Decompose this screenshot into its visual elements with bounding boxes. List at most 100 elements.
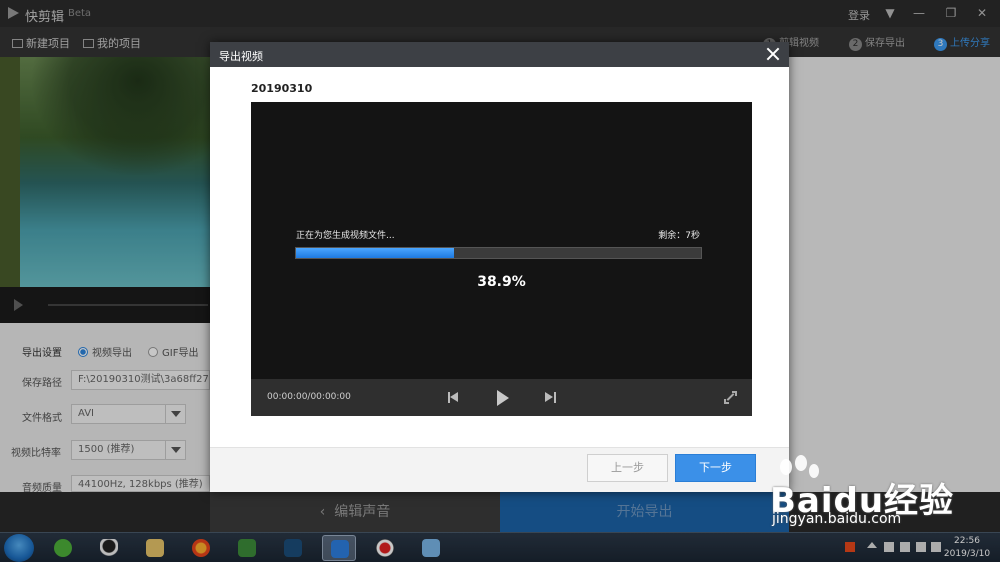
app-logo-icon: [8, 7, 19, 19]
dialog-title: 导出视频: [219, 50, 263, 63]
player-controls: 00:00:00/00:00:00: [251, 379, 752, 416]
export-video-dialog: 导出视频 20190310 正在为您生成视频文件... 剩余：7秒 38.9% …: [210, 42, 789, 492]
taskbar-app-browser[interactable]: [46, 535, 80, 561]
video-editor-icon: [284, 539, 302, 557]
workflow-steps: 1剪辑视频 2保存导出 3上传分享: [763, 34, 993, 51]
menu-dropdown-icon[interactable]: ▼: [878, 4, 902, 22]
folder-icon: [83, 39, 94, 48]
sogou-ime-icon[interactable]: [845, 542, 855, 552]
start-export-button[interactable]: 开始导出: [500, 492, 789, 532]
preview-tree-shade: [30, 57, 210, 177]
remaining-time: 剩余：7秒: [658, 231, 700, 241]
file-format-select[interactable]: AVI: [71, 404, 186, 424]
right-panel-background: [789, 57, 1000, 492]
skip-next-icon[interactable]: [545, 392, 556, 403]
taskbar-app-kuaijianji[interactable]: [322, 535, 356, 561]
radio-gif-export-label: GIF导出: [162, 348, 199, 359]
radio-on-icon: [78, 347, 88, 357]
baidu-jingyan-watermark: Baidu经验 jingyan.baidu.com: [768, 455, 1000, 527]
edit-audio-button[interactable]: ‹ 编辑声音: [210, 492, 500, 532]
battery-icon[interactable]: [884, 542, 894, 552]
fullscreen-icon[interactable]: [724, 391, 737, 404]
export-settings-label: 导出设置: [22, 348, 62, 359]
chevron-down-icon: [165, 441, 185, 459]
taskbar-app-qq[interactable]: [92, 535, 126, 561]
taskbar-app-editor[interactable]: [276, 535, 310, 561]
video-player: 正在为您生成视频文件... 剩余：7秒 38.9% 00:00:00/00:00…: [251, 102, 752, 416]
preview-player-bar: [0, 287, 210, 323]
bitrate-label: 视频比特率: [11, 448, 61, 459]
previous-step-button[interactable]: 上一步: [587, 454, 668, 482]
new-project-icon: [12, 39, 23, 48]
taskbar-app-player[interactable]: [230, 535, 264, 561]
preview-seek-track[interactable]: [48, 304, 208, 306]
login-link[interactable]: 登录: [848, 7, 870, 23]
step-label: 保存导出: [865, 38, 905, 49]
edit-audio-label: 编辑声音: [334, 504, 391, 520]
new-project-label: 新建项目: [26, 37, 70, 50]
dialog-header: 导出视频: [210, 42, 789, 67]
kuaijianji-icon: [331, 540, 349, 558]
radio-video-export[interactable]: 视频导出: [78, 344, 132, 359]
watermark-url: jingyan.baidu.com: [772, 511, 902, 527]
step-upload-share: 3 上传分享: [934, 34, 990, 51]
volume-icon[interactable]: [916, 542, 926, 552]
export-settings-panel: 导出设置 视频导出 GIF导出 保存路径 F:\20190310测试\3a68f…: [0, 323, 210, 494]
timecode: 00:00:00/00:00:00: [267, 392, 351, 402]
close-window-icon[interactable]: ✕: [970, 4, 994, 22]
step-label: 上传分享: [950, 38, 990, 49]
my-projects-label: 我的项目: [97, 37, 141, 50]
network-icon[interactable]: [900, 542, 910, 552]
preview-play-icon[interactable]: [14, 299, 23, 311]
app-titlebar: 快剪辑 Beta 登录 ▼ — ❐ ✕: [0, 0, 1000, 27]
save-path-label: 保存路径: [22, 378, 62, 389]
record-icon: [376, 539, 394, 557]
video-preview-thumbnail: [0, 57, 210, 287]
step-number: 2: [849, 38, 862, 51]
radio-gif-export[interactable]: GIF导出: [148, 344, 198, 359]
dialog-footer: 上一步 下一步: [210, 447, 789, 492]
taskbar-app-explorer[interactable]: [138, 535, 172, 561]
close-icon[interactable]: [765, 46, 781, 62]
folder-explorer-icon: [146, 539, 164, 557]
audio-quality-select[interactable]: 44100Hz, 128kbps (推荐): [71, 475, 210, 492]
my-projects-button[interactable]: 我的项目: [83, 35, 141, 51]
notes-app-icon: [422, 539, 440, 557]
taskbar-app-recorder[interactable]: [368, 535, 402, 561]
start-button-icon[interactable]: [4, 534, 34, 562]
progress-percent: 38.9%: [477, 274, 526, 290]
taskbar-app-notes[interactable]: [414, 535, 448, 561]
skip-previous-icon[interactable]: [448, 392, 459, 403]
tray-expand-icon[interactable]: [867, 542, 877, 548]
bitrate-select[interactable]: 1500 (推荐): [71, 440, 186, 460]
app-name: 快剪辑: [25, 10, 65, 25]
step-save-export: 2 保存导出: [849, 34, 905, 51]
bitrate-value: 1500 (推荐): [78, 444, 135, 455]
step-number: 3: [934, 38, 947, 51]
firefox-icon: [192, 539, 210, 557]
preview-left-edge: [0, 57, 20, 287]
save-path-field[interactable]: F:\20190310测试\3a68ff273: [71, 370, 210, 390]
video-name: 20190310: [251, 82, 313, 95]
maximize-icon[interactable]: ❐: [939, 4, 963, 22]
file-format-label: 文件格式: [22, 413, 62, 424]
radio-off-icon: [148, 347, 158, 357]
export-progress-bar: [295, 247, 702, 259]
chevron-down-icon: [165, 405, 185, 423]
windows-taskbar: 22:56 2019/3/10: [0, 532, 1000, 562]
taskbar-app-firefox[interactable]: [184, 535, 218, 561]
radio-video-export-label: 视频导出: [92, 348, 132, 359]
system-clock[interactable]: 22:56 2019/3/10: [940, 535, 994, 561]
system-tray: 22:56 2019/3/10: [840, 533, 1000, 562]
file-format-value: AVI: [78, 408, 94, 419]
clock-time: 22:56: [954, 536, 980, 546]
app-edition: Beta: [68, 8, 92, 19]
next-step-button[interactable]: 下一步: [675, 454, 756, 482]
media-player-icon: [238, 539, 256, 557]
new-project-button[interactable]: 新建项目: [12, 35, 70, 51]
green-browser-icon: [54, 539, 72, 557]
minimize-icon[interactable]: —: [907, 4, 931, 22]
fullscreen-diagonal: [726, 393, 735, 401]
clock-date: 2019/3/10: [943, 549, 991, 559]
play-icon[interactable]: [497, 390, 509, 406]
